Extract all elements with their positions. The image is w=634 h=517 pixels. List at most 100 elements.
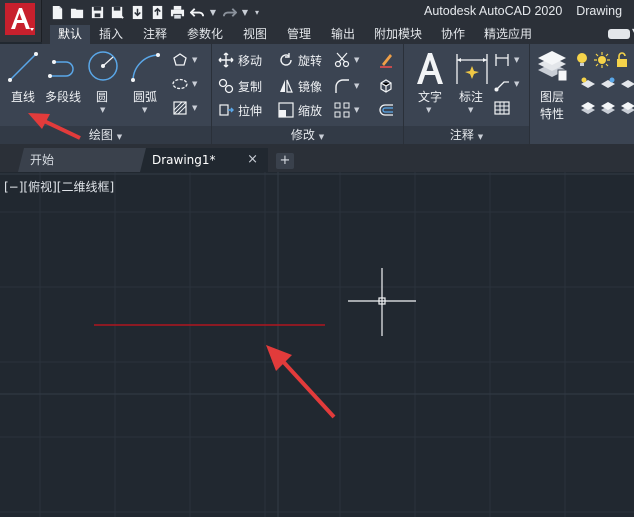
polygon-icon	[173, 53, 187, 66]
draw-panel-title: 绘图	[88, 128, 113, 142]
linear-dimension-tool[interactable]: ▼	[494, 50, 519, 70]
canvas-grid	[0, 172, 634, 517]
application-menu-button[interactable]	[0, 0, 42, 42]
move-button[interactable]: 移动	[218, 50, 262, 70]
fillet-tool[interactable]: ▼	[334, 76, 359, 96]
leader-dropdown-icon[interactable]: ▼	[514, 80, 519, 88]
save-as-icon[interactable]	[108, 3, 126, 21]
leader-tool[interactable]: ▼	[494, 74, 519, 94]
layer-tools-row-2[interactable]	[580, 98, 634, 118]
layer-properties-label-2[interactable]: 特性	[540, 105, 564, 122]
copy-button[interactable]: 复制	[218, 76, 262, 96]
polygon-tool[interactable]: ▼	[172, 50, 197, 70]
circle-icon[interactable]	[86, 49, 120, 83]
ellipse-tool[interactable]: ▼	[172, 74, 197, 94]
tab-addins[interactable]: 附加模块	[370, 25, 426, 44]
open-from-web-icon[interactable]	[128, 3, 146, 21]
ellipse-dropdown-icon[interactable]: ▼	[192, 80, 197, 88]
layer-properties-icon[interactable]	[536, 50, 568, 82]
array-icon	[334, 102, 350, 118]
tab-home[interactable]: 默认	[50, 25, 90, 44]
sun-icon	[594, 52, 610, 68]
hatch-dropdown-icon[interactable]: ▼	[192, 104, 197, 112]
window-title: Autodesk AutoCAD 2020 Drawing	[424, 4, 622, 18]
tab-insert[interactable]: 插入	[94, 25, 128, 44]
ribbon-tab-bar: 默认 插入 注释 参数化 视图 管理 输出 附加模块 协作 精选应用 ▼	[42, 24, 634, 44]
array-tool[interactable]: ▼	[334, 100, 359, 120]
dimension-icon[interactable]	[454, 52, 490, 86]
tab-output[interactable]: 输出	[326, 25, 360, 44]
tab-collaborate[interactable]: 协作	[436, 25, 470, 44]
save-to-web-icon[interactable]	[148, 3, 166, 21]
text-button[interactable]: 文字	[418, 88, 442, 105]
redo-dropdown-icon[interactable]: ▼	[240, 3, 250, 21]
tab-view[interactable]: 视图	[238, 25, 272, 44]
new-tab-button[interactable]: +	[276, 153, 294, 169]
annotation-panel: 文字 ▼ 标注 ▼ ▼ ▼ 注释 ▼	[404, 44, 530, 144]
modify-panel-expand-icon[interactable]: ▼	[319, 133, 324, 141]
move-icon	[218, 52, 234, 68]
annotation-panel-title: 注释	[449, 128, 474, 142]
line-icon[interactable]	[6, 50, 40, 84]
fillet-dropdown-icon[interactable]: ▼	[354, 82, 359, 90]
text-dropdown-icon[interactable]: ▼	[426, 106, 431, 114]
undo-dropdown-icon[interactable]: ▼	[208, 3, 218, 21]
erase-tool[interactable]	[378, 50, 394, 70]
circle-button[interactable]: 圆	[96, 88, 108, 105]
ribbon-minimize-icon[interactable]	[608, 29, 630, 39]
trim-tool[interactable]: ▼	[334, 50, 359, 70]
tab-annotate[interactable]: 注释	[138, 25, 172, 44]
modify-panel: 移动 旋转 ▼ 复制 镜像 ▼ 拉伸 缩放 ▼ 修改 ▼	[212, 44, 404, 144]
arc-button[interactable]: 圆弧	[133, 88, 157, 105]
draw-panel-footer[interactable]: 绘图 ▼	[0, 126, 211, 144]
customize-qat-icon[interactable]: ▾	[252, 3, 262, 21]
annotation-panel-expand-icon[interactable]: ▼	[478, 133, 483, 141]
dimension-dropdown-icon[interactable]: ▼	[468, 106, 473, 114]
polyline-icon[interactable]	[46, 54, 80, 82]
layer-properties-label-1[interactable]: 图层	[540, 88, 564, 105]
title-bar: ▼ ▼ ▾ Autodesk AutoCAD 2020 Drawing	[0, 0, 634, 24]
hatch-tool[interactable]: ▼	[172, 98, 197, 118]
plot-icon[interactable]	[168, 3, 186, 21]
polyline-button[interactable]: 多段线	[45, 88, 81, 105]
leader-icon	[494, 81, 509, 92]
stretch-button[interactable]: 拉伸	[218, 100, 262, 120]
open-file-icon[interactable]	[68, 3, 86, 21]
undo-icon[interactable]	[188, 3, 206, 21]
linear-dimension-dropdown-icon[interactable]: ▼	[514, 56, 519, 64]
scale-button[interactable]: 缩放	[278, 100, 322, 120]
arc-icon[interactable]	[128, 50, 162, 84]
draw-panel-expand-icon[interactable]: ▼	[117, 133, 122, 141]
circle-dropdown-icon[interactable]: ▼	[100, 106, 105, 114]
arc-dropdown-icon[interactable]: ▼	[142, 106, 147, 114]
redo-icon[interactable]	[220, 3, 238, 21]
tab-featured-apps[interactable]: 精选应用	[478, 25, 538, 44]
line-button[interactable]: 直线	[11, 88, 35, 105]
new-file-icon[interactable]	[48, 3, 66, 21]
tab-drawing1[interactable]: Drawing1* ×	[140, 148, 268, 172]
close-tab-icon[interactable]: ×	[247, 148, 258, 172]
tab-parametric[interactable]: 参数化	[182, 25, 228, 44]
polygon-dropdown-icon[interactable]: ▼	[192, 56, 197, 64]
modify-panel-footer[interactable]: 修改 ▼	[212, 126, 403, 144]
offset-tool[interactable]	[378, 100, 394, 120]
array-dropdown-icon[interactable]: ▼	[354, 106, 359, 114]
layer-tools-row-1[interactable]	[580, 74, 634, 94]
text-icon[interactable]	[414, 50, 446, 86]
viewport-controls[interactable]: [−][俯视][二维线框]	[4, 178, 114, 195]
tab-manage[interactable]: 管理	[282, 25, 316, 44]
mirror-button[interactable]: 镜像	[278, 76, 322, 96]
annotation-panel-footer[interactable]: 注释 ▼	[404, 126, 529, 144]
tab-start[interactable]: 开始	[18, 148, 146, 172]
rotate-button[interactable]: 旋转	[278, 50, 322, 70]
drawing-canvas[interactable]: [−][俯视][二维线框]	[0, 172, 634, 517]
modify-panel-title: 修改	[290, 128, 315, 142]
layer-walk-icon	[621, 102, 634, 114]
dimension-button[interactable]: 标注	[459, 88, 483, 105]
trim-dropdown-icon[interactable]: ▼	[354, 56, 359, 64]
save-icon[interactable]	[88, 3, 106, 21]
explode-tool[interactable]	[378, 76, 394, 96]
stretch-label: 拉伸	[238, 103, 263, 118]
table-tool[interactable]	[494, 98, 510, 118]
layer-state-toolbar[interactable]	[574, 50, 630, 70]
